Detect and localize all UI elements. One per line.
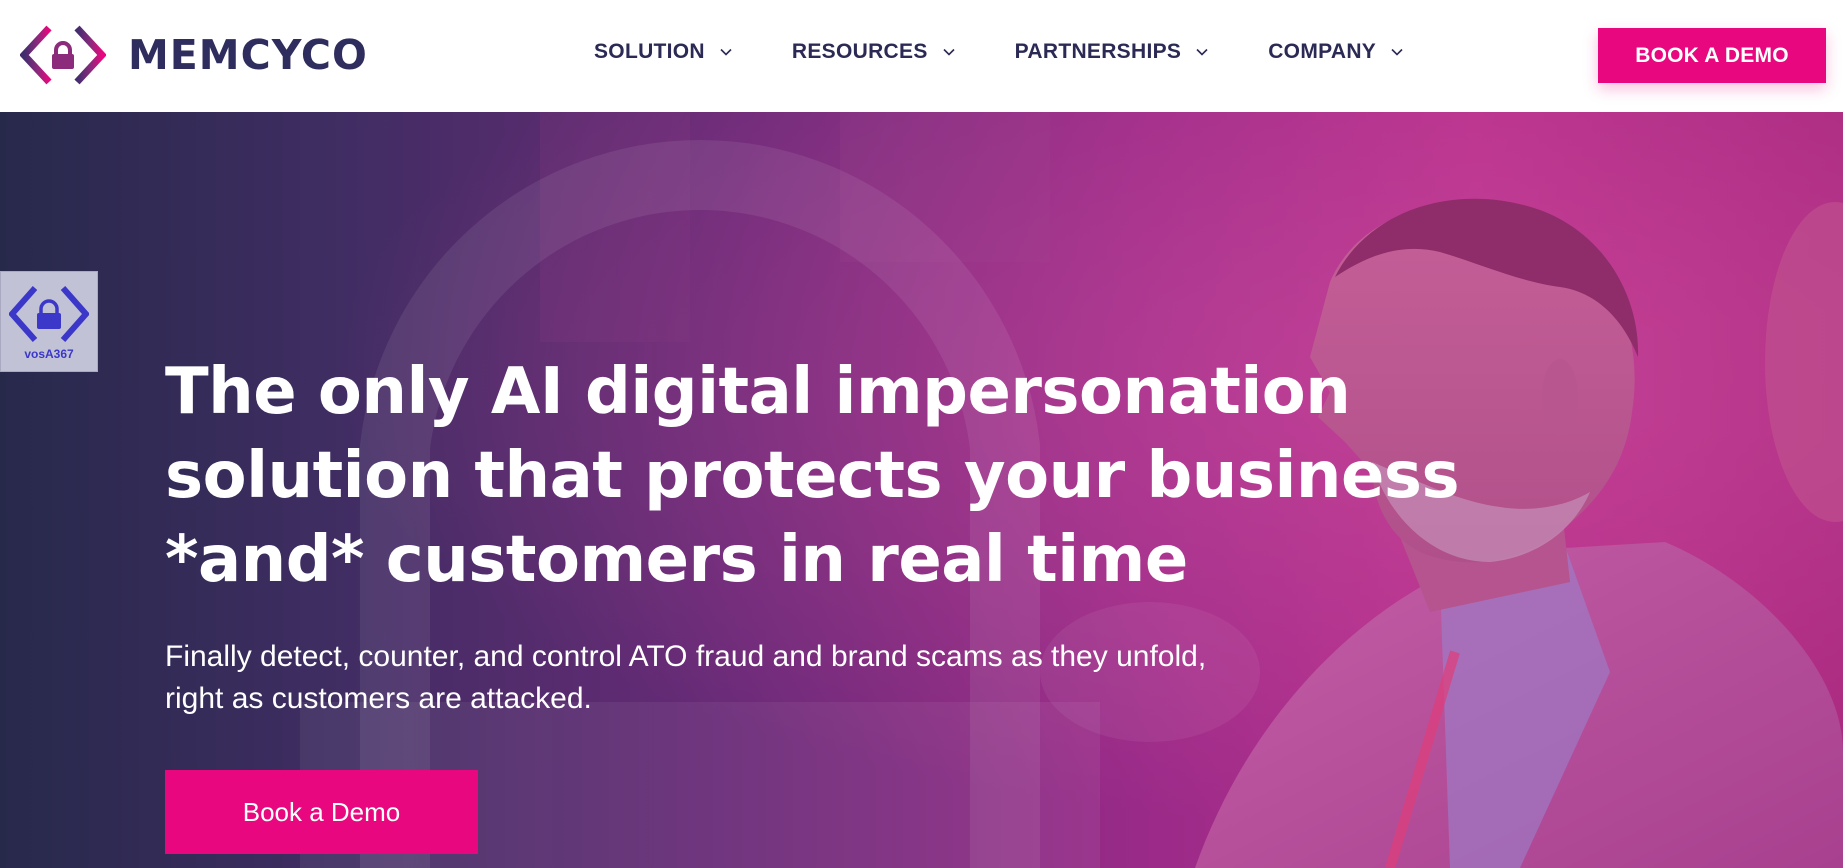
nav-item-label: PARTNERSHIPS (1014, 40, 1182, 63)
site-header: MEMCYCO SOLUTION RESOURCES PARTNERSHIPS … (0, 0, 1843, 112)
badge-label: vosA367 (24, 347, 74, 361)
nav-item-label: COMPANY (1268, 40, 1377, 63)
brand-name: MEMCYCO (128, 30, 368, 79)
nav-item-partnerships[interactable]: PARTNERSHIPS (1015, 40, 1209, 64)
hero-book-demo-button[interactable]: Book a Demo (165, 770, 478, 854)
hero-subtitle: Finally detect, counter, and control ATO… (165, 640, 1207, 715)
hero-title-line: solution that protects your business (165, 439, 1460, 513)
nav-item-solution[interactable]: SOLUTION (594, 40, 732, 64)
memcyco-badge[interactable]: vosA367 (0, 271, 98, 372)
hero-content: The only AI digital impersonation soluti… (165, 350, 1465, 854)
hero-section: The only AI digital impersonation soluti… (0, 112, 1843, 868)
hero-title: The only AI digital impersonation soluti… (165, 350, 1465, 602)
chevron-down-icon (1196, 48, 1208, 56)
logo[interactable]: MEMCYCO (20, 24, 368, 86)
chevron-down-icon (943, 48, 955, 56)
nav-item-company[interactable]: COMPANY (1268, 40, 1403, 64)
brackets-lock-icon (9, 286, 89, 342)
book-demo-button[interactable]: BOOK A DEMO (1598, 28, 1826, 83)
hero-title-line: *and* customers in real time (165, 523, 1188, 597)
chevron-down-icon (1391, 48, 1403, 56)
hero-title-line: The only AI digital impersonation (165, 355, 1351, 429)
nav-item-label: SOLUTION (594, 40, 705, 63)
brackets-lock-icon (20, 25, 106, 85)
nav-item-label: RESOURCES (791, 40, 928, 63)
main-nav: SOLUTION RESOURCES PARTNERSHIPS COMPANY (594, 40, 1403, 64)
nav-item-resources[interactable]: RESOURCES (792, 40, 955, 64)
chevron-down-icon (720, 48, 732, 56)
